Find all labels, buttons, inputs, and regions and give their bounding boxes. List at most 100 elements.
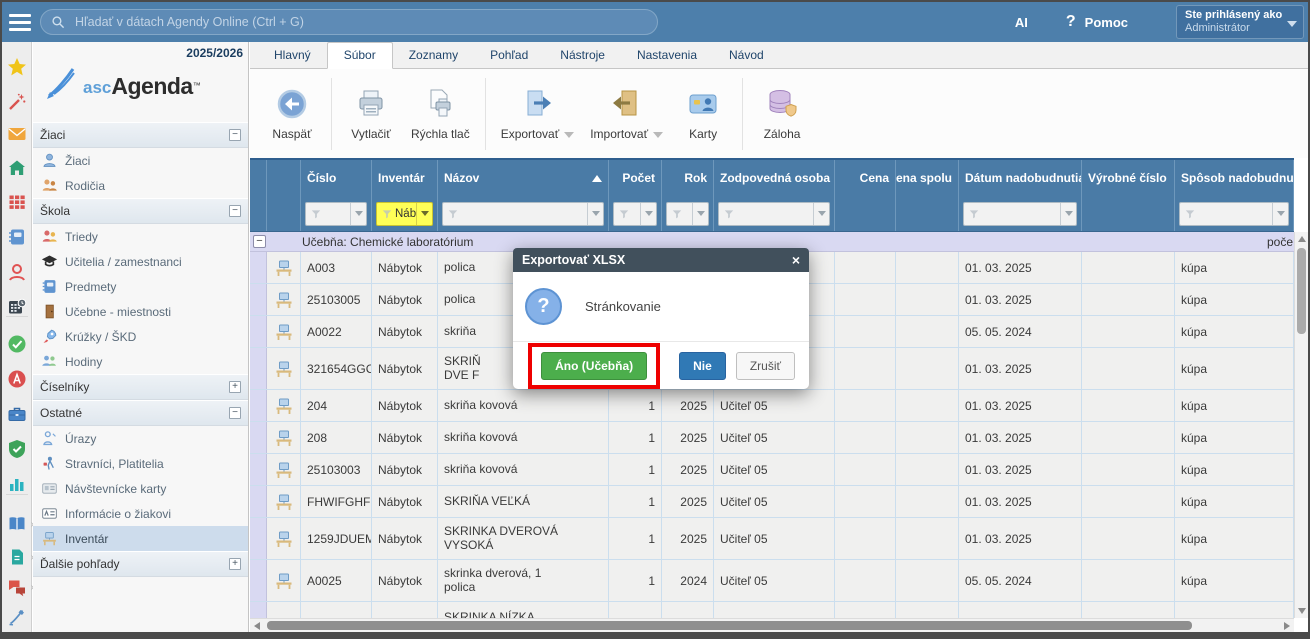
profile-person-icon[interactable] [7, 262, 27, 282]
tab-hlavný[interactable]: Hlavný [258, 43, 327, 68]
close-icon[interactable]: × [792, 253, 800, 267]
tab-nastavenia[interactable]: Nastavenia [621, 43, 713, 68]
filter-input[interactable] [963, 202, 1077, 226]
sidebar-item-informácie-o-žiakovi[interactable]: Informácie o žiakovi [33, 501, 248, 526]
help-button[interactable]: ? Pomoc [1066, 13, 1128, 31]
filter-input[interactable] [718, 202, 830, 226]
filter-input[interactable] [305, 202, 367, 226]
global-search[interactable] [40, 9, 658, 35]
table-row[interactable]: FHWIFGHFNábytokSKRIŇA VEĽKÁ12025Učiteľ 0… [250, 486, 1294, 518]
filter-input[interactable] [613, 202, 657, 226]
sidebar-item-predmety[interactable]: Predmety [33, 274, 248, 299]
collapse-minus-icon[interactable]: − [229, 205, 241, 217]
dialog-yes-button[interactable]: Áno (Učebňa) [541, 352, 647, 380]
gradebook-notebook-icon[interactable] [7, 227, 27, 247]
agenda-briefcase-icon[interactable] [7, 404, 27, 424]
scroll-left-icon[interactable] [250, 619, 264, 632]
column-header-blank[interactable] [267, 160, 301, 196]
messages-envelope-icon[interactable] [7, 124, 27, 144]
grades-a-icon[interactable] [7, 369, 27, 389]
filter-input[interactable] [666, 202, 709, 226]
table-row[interactable]: 208Nábytokskriňa kovová12025Učiteľ 0501.… [250, 422, 1294, 454]
sidebar-item-stravníci-platitelia[interactable]: Stravníci, Platitelia [33, 451, 248, 476]
scroll-down-icon[interactable] [1295, 604, 1308, 618]
vertical-scroll-thumb[interactable] [1297, 248, 1306, 334]
user-menu[interactable]: Ste prihlásený ako Administrátor [1176, 5, 1304, 39]
sidebar-item-návštevnícke-karty[interactable]: Návštevnícke karty [33, 476, 248, 501]
attendance-check-icon[interactable] [7, 334, 27, 354]
sidebar-item-inventár[interactable]: Inventár [33, 526, 248, 551]
collapse-minus-icon[interactable]: − [229, 407, 241, 419]
column-header-cena[interactable]: Cena [835, 160, 896, 196]
tab-pohľad[interactable]: Pohľad [474, 43, 544, 68]
column-header-počet[interactable]: Počet [609, 160, 662, 196]
sidebar-section--kola[interactable]: Škola− [33, 198, 248, 224]
table-row[interactable]: 204Nábytokskriňa kovová12025Učiteľ 0501.… [250, 390, 1294, 422]
column-header-dátum-nadobudnutia[interactable]: Dátum nadobudnutia [959, 160, 1082, 196]
column-header-cena-spolu[interactable]: Cena spolu [896, 160, 959, 196]
collapse-group-icon[interactable]: − [253, 235, 266, 248]
scroll-right-icon[interactable] [1280, 619, 1294, 632]
table-row[interactable]: SKRINKA NÍZKA [250, 602, 1294, 618]
toolbar-button-r-chla-tla-[interactable]: Rýchla tlač [403, 86, 478, 141]
hamburger-menu-icon[interactable] [2, 2, 38, 42]
ai-button[interactable]: AI [1015, 15, 1028, 30]
sidebar-item-rodičia[interactable]: Rodičia [33, 173, 248, 198]
sidebar-section-ostatn-[interactable]: Ostatné− [33, 400, 248, 426]
column-header-inventár[interactable]: Inventár [372, 160, 438, 196]
table-row[interactable]: 1259JDUEMNábytokSKRINKA DVEROVÁ VYSOKÁ12… [250, 518, 1294, 560]
school-year[interactable]: 2025/2026 [186, 46, 243, 60]
signature-pen-icon[interactable] [7, 607, 27, 627]
school-house-icon[interactable] [7, 158, 27, 178]
dialog-cancel-button[interactable]: Zrušiť [736, 352, 795, 380]
tab-súbor[interactable]: Súbor [327, 42, 393, 69]
vertical-scrollbar[interactable] [1294, 232, 1308, 618]
column-header-spôsob-nadobudnutia[interactable]: Spôsob nadobudnutia [1175, 160, 1294, 196]
table-row[interactable]: A0025Nábytokskrinka dverová, 1 polica120… [250, 560, 1294, 602]
sidebar-section--al-ie-poh-ady[interactable]: Ďalšie pohľady+ [33, 551, 248, 577]
sidebar-item-učebne-miestnosti[interactable]: Učebne - miestnosti [33, 299, 248, 324]
toolbar-button-importova-[interactable]: Importovať [582, 86, 671, 141]
expand-plus-icon[interactable]: + [229, 558, 241, 570]
column-header-výrobné-číslo[interactable]: Výrobné číslo [1082, 160, 1175, 196]
column-header-názov[interactable]: Názov [438, 160, 609, 196]
sidebar-item-učitelia-zamestnanci[interactable]: Učitelia / zamestnanci [33, 249, 248, 274]
tab-návod[interactable]: Návod [713, 43, 780, 68]
expand-plus-icon[interactable]: + [229, 381, 241, 393]
filter-input[interactable] [442, 202, 604, 226]
favorites-star-icon[interactable] [7, 57, 27, 77]
sidebar-item-hodiny[interactable]: Hodiny [33, 349, 248, 374]
security-shield-icon[interactable] [7, 439, 27, 459]
wizard-wand-icon[interactable] [7, 92, 27, 112]
search-input[interactable] [73, 14, 647, 30]
calendar-plan-icon[interactable] [7, 297, 27, 317]
collapse-minus-icon[interactable]: − [229, 129, 241, 141]
filter-input[interactable]: Nábyt... [376, 202, 433, 226]
scroll-up-icon[interactable] [1295, 232, 1308, 246]
column-header-zodpovedná-osoba[interactable]: Zodpovedná osoba [714, 160, 835, 196]
horizontal-scrollbar[interactable] [250, 618, 1294, 632]
documents-file-icon[interactable]: › [7, 547, 27, 567]
column-header-rok[interactable]: Rok [662, 160, 714, 196]
toolbar-button-vytla-i-[interactable]: Vytlačiť [339, 86, 403, 141]
sidebar-section--iaci[interactable]: Žiaci− [33, 122, 248, 148]
toolbar-button-karty[interactable]: Karty [671, 86, 735, 141]
sidebar-item-triedy[interactable]: Triedy [33, 224, 248, 249]
toolbar-button-záloha[interactable]: Záloha [750, 86, 814, 141]
tab-nástroje[interactable]: Nástroje [544, 43, 621, 68]
filter-input[interactable] [1179, 202, 1289, 226]
table-row[interactable]: 25103003Nábytokskriňa kovová12025Učiteľ … [250, 454, 1294, 486]
sidebar-section--seln-ky[interactable]: Číselníky+ [33, 374, 248, 400]
sidebar-item-úrazy[interactable]: Úrazy [33, 426, 248, 451]
timetable-grid-icon[interactable] [7, 192, 27, 212]
horizontal-scroll-thumb[interactable] [267, 621, 1192, 630]
sidebar-item-žiaci[interactable]: Žiaci [33, 148, 248, 173]
toolbar-button-naspä-[interactable]: Naspäť [260, 86, 324, 141]
sidebar-item-krúžky-škd[interactable]: Krúžky / ŠKD [33, 324, 248, 349]
toolbar-button-exportova-[interactable]: Exportovať [493, 86, 583, 141]
communication-chat-icon[interactable]: › [7, 577, 27, 597]
column-header-blank[interactable] [250, 160, 267, 196]
tab-zoznamy[interactable]: Zoznamy [393, 43, 474, 68]
dialog-no-button[interactable]: Nie [679, 352, 726, 380]
library-book-icon[interactable]: › [7, 514, 27, 534]
